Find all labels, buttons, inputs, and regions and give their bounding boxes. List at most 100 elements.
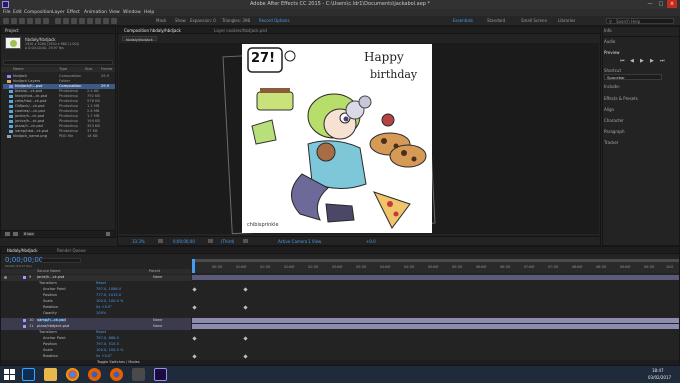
panel-effects-presets[interactable]: Effects & Presets bbox=[604, 96, 638, 101]
eraser-tool-icon[interactable] bbox=[95, 18, 101, 24]
menu-edit[interactable]: Edit bbox=[13, 10, 22, 15]
camera-dropdown[interactable]: Active Camera bbox=[278, 239, 307, 244]
menu-effect[interactable]: Effect bbox=[67, 10, 80, 15]
exposure-value[interactable]: +0.0 bbox=[366, 239, 376, 244]
panel-align[interactable]: Align bbox=[604, 107, 614, 112]
keyframe[interactable] bbox=[243, 354, 248, 359]
col-type[interactable]: Type bbox=[59, 67, 67, 71]
keyframe[interactable] bbox=[243, 287, 248, 292]
comp-viewer-area[interactable]: 27! Happy birthday chibisprinkle bbox=[119, 43, 599, 235]
new-comp-icon[interactable] bbox=[13, 232, 18, 236]
trash-icon[interactable] bbox=[106, 232, 110, 236]
file-explorer-taskbar-icon[interactable] bbox=[44, 368, 57, 381]
col-frame[interactable]: Frame bbox=[101, 67, 112, 71]
windows-start-icon[interactable] bbox=[3, 368, 16, 381]
app-taskbar-icon[interactable] bbox=[132, 368, 145, 381]
toggle-switches-modes[interactable]: Toggle Switches / Modes bbox=[97, 360, 140, 364]
keyframe[interactable] bbox=[243, 336, 248, 341]
workspace-essentials[interactable]: Essentials bbox=[453, 18, 473, 23]
type-tool-icon[interactable] bbox=[71, 18, 77, 24]
firefox-taskbar-icon-2[interactable] bbox=[110, 368, 123, 381]
keyframe[interactable] bbox=[243, 305, 248, 310]
workspace-standard[interactable]: Standard bbox=[487, 18, 505, 23]
timeline-timecode[interactable]: 0;00;00;00 bbox=[5, 256, 43, 264]
close-button[interactable]: × bbox=[667, 0, 677, 8]
col-parent[interactable]: Parent bbox=[149, 269, 160, 273]
pen-tool-icon[interactable] bbox=[63, 18, 69, 24]
firefox-taskbar-icon[interactable] bbox=[88, 368, 101, 381]
panel-paragraph[interactable]: Paragraph bbox=[604, 129, 625, 134]
layer-track-bar[interactable] bbox=[192, 318, 679, 323]
triangles-value[interactable]: Triangles: 398 bbox=[222, 18, 250, 23]
mask-option[interactable]: Mask bbox=[156, 18, 166, 23]
layer-color-label[interactable] bbox=[23, 325, 26, 328]
first-frame-icon[interactable]: ⏮ bbox=[620, 58, 625, 64]
menu-help[interactable]: Help bbox=[144, 10, 154, 15]
keyframe[interactable] bbox=[192, 354, 197, 359]
puppet-tool-icon[interactable] bbox=[111, 18, 117, 24]
new-folder-icon[interactable] bbox=[5, 232, 10, 236]
play-icon[interactable]: ▶ bbox=[640, 58, 644, 64]
menu-animation[interactable]: Animation bbox=[84, 10, 107, 15]
hand-tool-icon[interactable] bbox=[11, 18, 17, 24]
tab-layer[interactable]: Layer cookies/hbdjack.psd bbox=[214, 28, 267, 33]
current-time-indicator[interactable] bbox=[192, 259, 195, 273]
work-area-bar[interactable] bbox=[192, 259, 679, 262]
expansion-value[interactable]: Expansion: 0 bbox=[190, 18, 216, 23]
help-search-input[interactable]: ⚲ Search Help bbox=[606, 18, 674, 24]
photoshop-taskbar-icon[interactable] bbox=[22, 368, 35, 381]
clone-stamp-tool-icon[interactable] bbox=[87, 18, 93, 24]
snapshot-icon[interactable] bbox=[158, 239, 163, 243]
workspace-small-screen[interactable]: Small Screen bbox=[521, 18, 547, 23]
shortcut-dropdown[interactable]: Spacebar bbox=[604, 74, 662, 80]
tab-render-queue[interactable]: Render Queue bbox=[57, 248, 86, 253]
comp-artwork[interactable]: 27! Happy birthday chibisprinkle bbox=[242, 44, 432, 233]
panel-audio[interactable]: Audio bbox=[604, 39, 615, 44]
col-source-name[interactable]: Source Name bbox=[37, 269, 60, 273]
camera-icon[interactable] bbox=[208, 239, 213, 243]
keyframe[interactable] bbox=[192, 336, 197, 341]
brush-tool-icon[interactable] bbox=[79, 18, 85, 24]
panel-tracker[interactable]: Tracker bbox=[604, 140, 618, 145]
record-options-link[interactable]: Record Options bbox=[259, 18, 290, 23]
after-effects-taskbar-icon[interactable] bbox=[154, 368, 167, 381]
project-search-input[interactable] bbox=[3, 60, 113, 65]
next-frame-icon[interactable]: ▶ bbox=[650, 58, 654, 64]
keyframe[interactable] bbox=[192, 305, 197, 310]
region-icon[interactable] bbox=[243, 239, 248, 243]
time-ruler[interactable]: 00:15f 01:00f 01:15f 02:00f 02:15f 03:00… bbox=[192, 259, 679, 273]
comp-breadcrumb[interactable]: hbdaly/hbdjack bbox=[122, 36, 157, 42]
menu-window[interactable]: Window bbox=[123, 10, 141, 15]
list-item[interactable]: hbdjack_name.png PNG file 18 KB bbox=[3, 134, 115, 139]
tab-timeline[interactable]: hbdaly/hbdjack bbox=[7, 248, 38, 253]
magnification-dropdown[interactable]: 33.3% bbox=[132, 239, 145, 244]
property-row[interactable]: Opacity 100% bbox=[1, 311, 191, 317]
taskbar-date[interactable]: 03/02/2017 bbox=[648, 375, 671, 380]
minimize-button[interactable]: — bbox=[645, 0, 655, 8]
layer-track-bar[interactable] bbox=[192, 324, 679, 329]
show-option[interactable]: Show bbox=[175, 18, 186, 23]
menu-layer[interactable]: Layer bbox=[52, 10, 65, 15]
pan-behind-tool-icon[interactable] bbox=[43, 18, 49, 24]
previous-frame-icon[interactable]: ◀ bbox=[630, 58, 634, 64]
menu-composition[interactable]: Composition bbox=[24, 10, 52, 15]
timeline-search-input[interactable] bbox=[41, 258, 81, 263]
keyframe[interactable] bbox=[192, 287, 197, 292]
col-name[interactable]: Name bbox=[13, 67, 24, 71]
tab-project[interactable]: Project bbox=[5, 28, 19, 33]
layer-color-label[interactable] bbox=[23, 276, 26, 279]
selection-tool-icon[interactable] bbox=[3, 18, 9, 24]
mask-tool-icon[interactable] bbox=[55, 18, 61, 24]
rotate-tool-icon[interactable] bbox=[27, 18, 33, 24]
menu-file[interactable]: File bbox=[3, 10, 11, 15]
resolution-dropdown[interactable]: (Third) bbox=[221, 239, 234, 244]
workspace-libraries[interactable]: Libraries bbox=[558, 18, 575, 23]
panel-preview[interactable]: Preview bbox=[604, 50, 620, 55]
visibility-icon[interactable] bbox=[4, 276, 7, 279]
tab-composition[interactable]: Composition hbdaly/hbdjack bbox=[124, 28, 181, 33]
camera-tool-icon[interactable] bbox=[35, 18, 41, 24]
zoom-tool-icon[interactable] bbox=[19, 18, 25, 24]
layer-track-bar[interactable] bbox=[192, 275, 679, 280]
menu-view[interactable]: View bbox=[109, 10, 120, 15]
views-dropdown[interactable]: 1 View bbox=[308, 239, 321, 244]
